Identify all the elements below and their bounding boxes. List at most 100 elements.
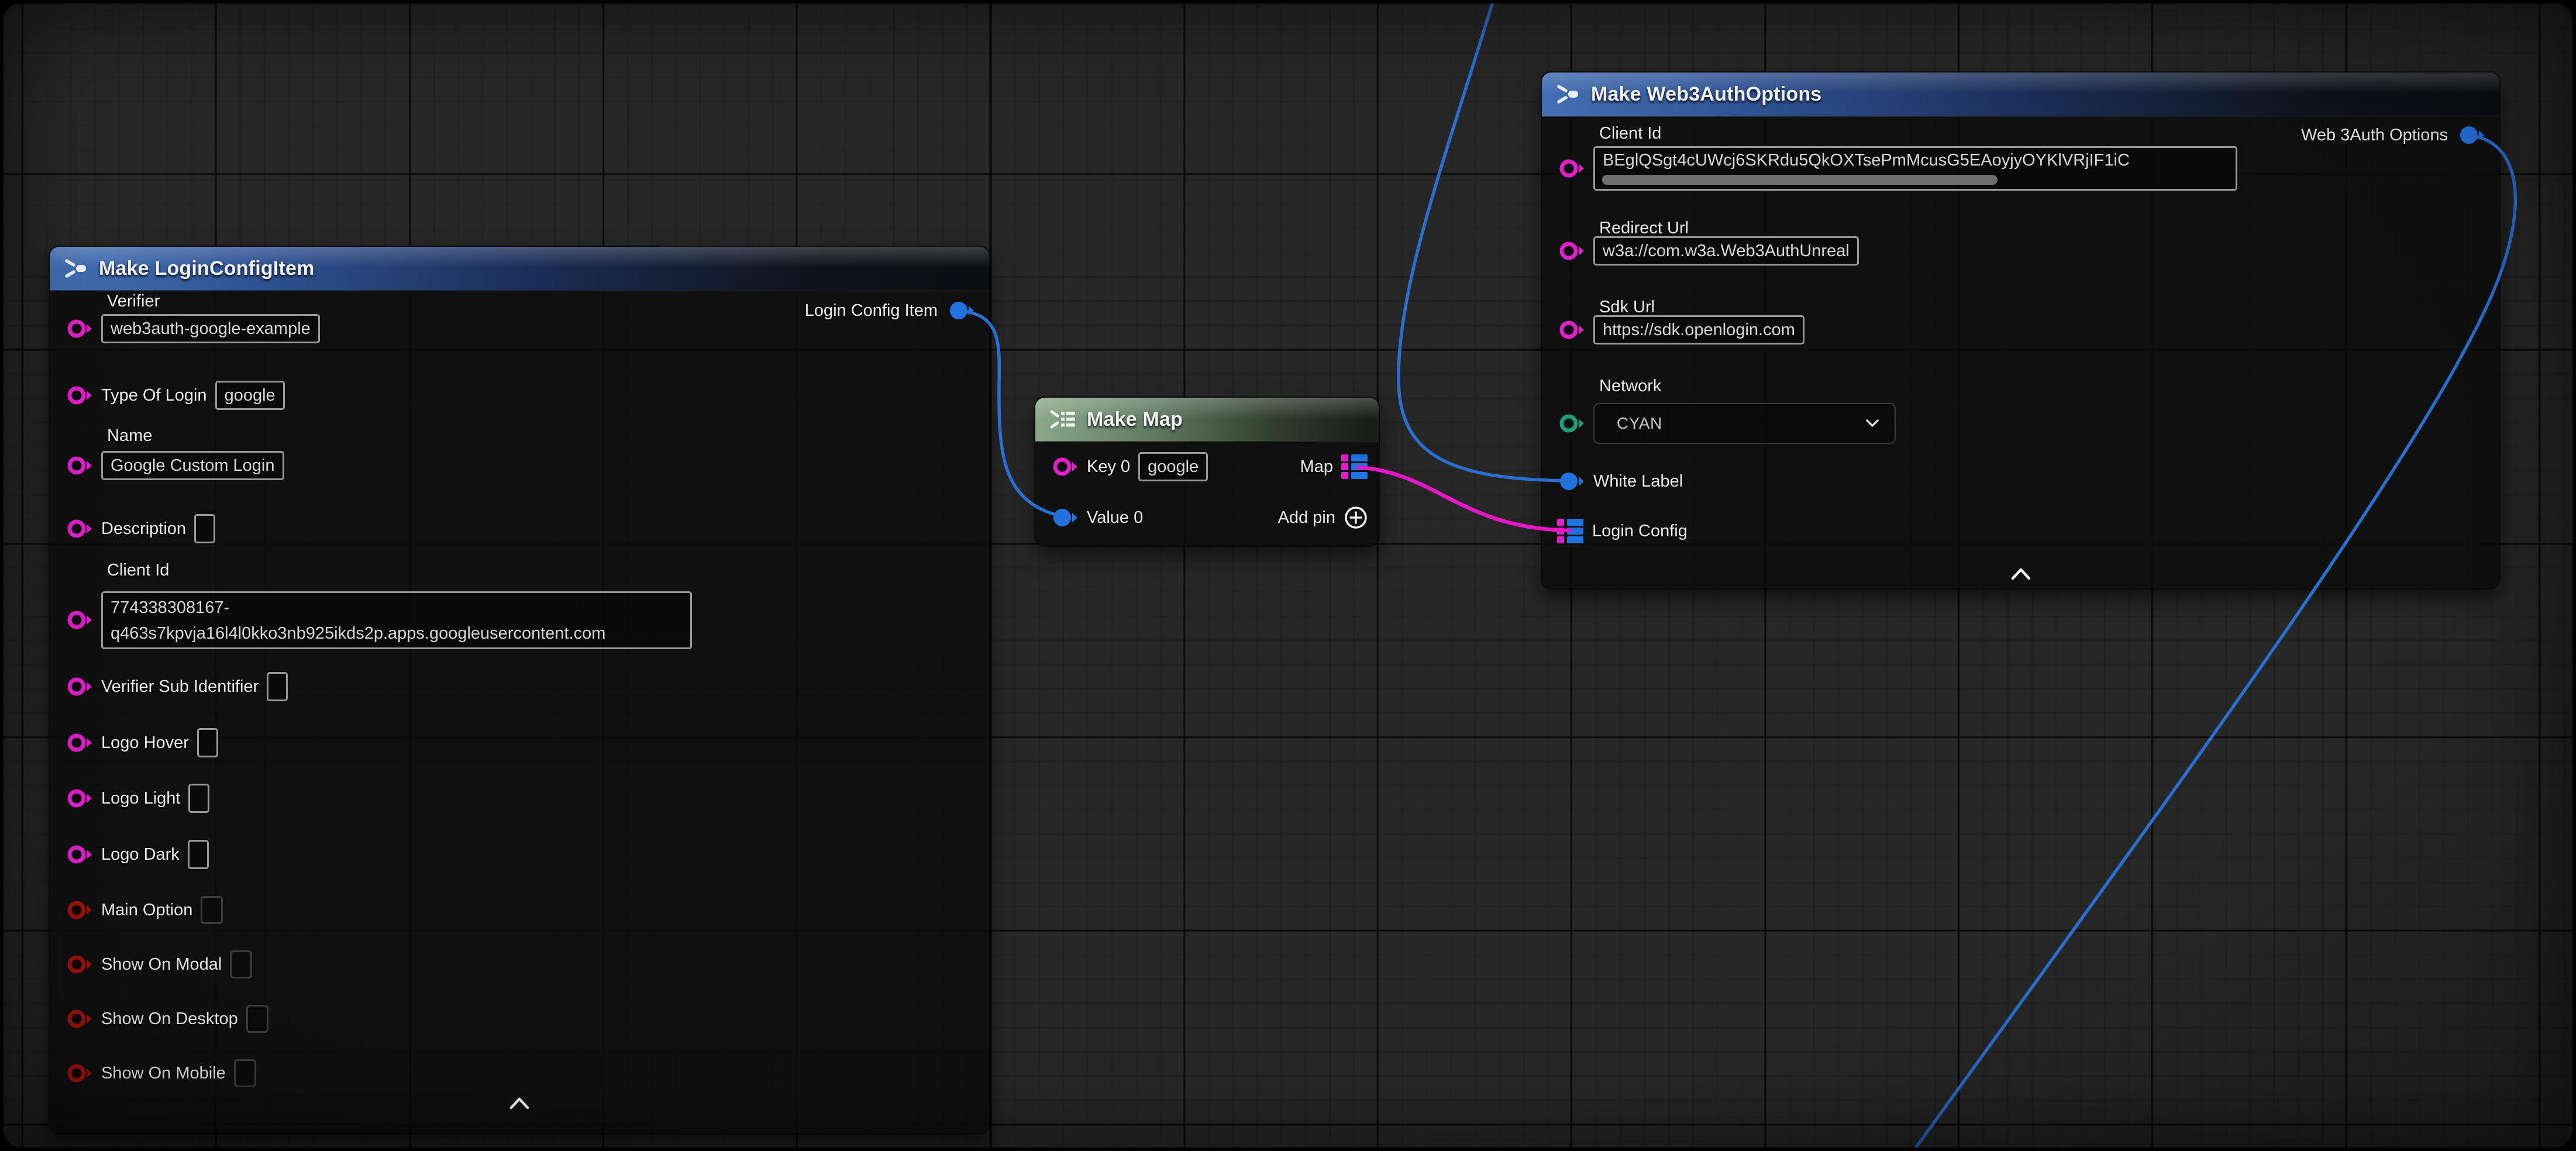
value0-label: Value 0 [1087, 508, 1143, 528]
wire-map-to-loginconfig[interactable] [1358, 467, 1570, 530]
logo-dark-label: Logo Dark [101, 845, 180, 864]
client-id-row: BEglQSgt4cUWcj6SKRdu5QkOXTsePmMcusG5EAoy… [1557, 146, 2237, 191]
struct-output-pin[interactable] [946, 298, 974, 323]
logo-hover-label: Logo Hover [101, 733, 189, 753]
client-id-value: BEglQSgt4cUWcj6SKRdu5QkOXTsePmMcusG5EAoy… [1603, 151, 2130, 170]
node-title: Make Map [1087, 408, 1183, 431]
redirect-url-field[interactable]: w3a://com.w3a.Web3AuthUnreal [1593, 236, 1859, 266]
make-map-icon [1048, 406, 1077, 432]
chevron-down-icon [1865, 419, 1879, 428]
key0-row: Key 0 google [1051, 450, 1208, 483]
sdk-url-field[interactable]: https://sdk.openlogin.com [1593, 315, 1804, 344]
description-row: Description [65, 512, 215, 545]
output-web3auth-options: Web 3Auth Options [2301, 120, 2484, 150]
node-title: Make Web3AuthOptions [1591, 83, 1821, 106]
main-option-checkbox[interactable] [201, 896, 223, 924]
show-on-mobile-row: Show On Mobile [65, 1057, 256, 1090]
string-pin[interactable] [65, 453, 93, 478]
main-option-label: Main Option [101, 901, 192, 920]
logo-dark-field[interactable] [188, 840, 209, 869]
node-header-make-web3authoptions[interactable]: Make Web3AuthOptions [1542, 73, 2499, 117]
verifier-field[interactable]: web3auth-google-example [101, 314, 320, 343]
logo-light-label: Logo Light [101, 789, 180, 808]
string-pin[interactable] [1051, 454, 1079, 480]
string-pin[interactable] [65, 674, 93, 699]
enum-pin[interactable] [1557, 411, 1585, 436]
type-of-login-row: Type Of Login google [65, 379, 285, 412]
node-header-make-map[interactable]: Make Map [1035, 398, 1379, 442]
logo-light-row: Logo Light [65, 782, 209, 815]
node-title: Make LoginConfigItem [99, 257, 315, 280]
main-option-row: Main Option [65, 894, 223, 926]
output-login-config-item: Login Config Item [805, 296, 974, 325]
string-pin[interactable] [1557, 238, 1585, 264]
description-field[interactable] [194, 514, 215, 543]
node-make-map[interactable]: Make Map Key 0 google Map Value 0 Add p [1035, 398, 1379, 546]
string-pin[interactable] [65, 785, 93, 811]
verifier-row: web3auth-google-example [65, 312, 320, 345]
node-header-make-loginconfigitem[interactable]: Make LoginConfigItem [50, 247, 989, 291]
string-pin[interactable] [1557, 317, 1585, 343]
add-pin-button[interactable]: Add pin [1278, 503, 1368, 532]
string-pin[interactable] [65, 842, 93, 867]
client-id-label: Client Id [1599, 123, 1661, 143]
white-label-label: White Label [1593, 472, 1683, 491]
key0-label: Key 0 [1087, 457, 1130, 477]
description-label: Description [101, 519, 186, 539]
white-label-row: White Label [1557, 465, 1683, 498]
network-value: CYAN [1617, 414, 1662, 433]
collapse-chevron-icon[interactable] [2009, 567, 2033, 581]
logo-light-field[interactable] [188, 784, 209, 813]
string-pin[interactable] [65, 516, 93, 542]
string-pin[interactable] [1557, 156, 1585, 181]
client-id-label: Client Id [107, 560, 169, 580]
show-on-mobile-checkbox[interactable] [234, 1059, 256, 1087]
bool-pin[interactable] [65, 897, 93, 923]
client-id-field[interactable]: BEglQSgt4cUWcj6SKRdu5QkOXTsePmMcusG5EAoy… [1593, 146, 2237, 191]
network-dropdown[interactable]: CYAN [1593, 403, 1896, 444]
blueprint-graph-canvas[interactable]: Make LoginConfigItem Login Config Item V… [4, 4, 2572, 1147]
add-pin-icon[interactable] [1344, 505, 1368, 530]
name-label: Name [107, 426, 152, 446]
node-make-loginconfigitem[interactable]: Make LoginConfigItem Login Config Item V… [50, 247, 989, 1133]
show-on-desktop-row: Show On Desktop [65, 1002, 268, 1035]
name-field[interactable]: Google Custom Login [101, 451, 284, 480]
string-pin[interactable] [65, 316, 93, 342]
sdk-url-row: https://sdk.openlogin.com [1557, 313, 1804, 346]
string-pin[interactable] [65, 607, 93, 633]
show-on-mobile-label: Show On Mobile [101, 1064, 226, 1083]
collapse-chevron-icon[interactable] [508, 1096, 531, 1110]
type-of-login-field[interactable]: google [215, 381, 285, 410]
node-make-web3authoptions[interactable]: Make Web3AuthOptions Web 3Auth Options C… [1542, 73, 2499, 588]
string-pin[interactable] [65, 382, 93, 408]
add-pin-label: Add pin [1278, 508, 1335, 528]
login-config-label: Login Config [1592, 522, 1688, 541]
network-label: Network [1599, 376, 1661, 396]
redirect-url-row: w3a://com.w3a.Web3AuthUnreal [1557, 235, 1859, 267]
logo-dark-row: Logo Dark [65, 838, 209, 871]
show-on-desktop-label: Show On Desktop [101, 1009, 238, 1029]
client-id-row: 774338308167-q463s7kpvja16l4l0kko3nb925i… [65, 592, 692, 648]
string-pin[interactable] [65, 730, 93, 756]
show-on-modal-row: Show On Modal [65, 948, 252, 981]
verifier-label: Verifier [107, 291, 160, 311]
logo-hover-row: Logo Hover [65, 726, 218, 759]
bool-pin[interactable] [65, 1060, 93, 1086]
make-struct-icon [63, 256, 89, 281]
key0-field[interactable]: google [1138, 452, 1208, 481]
show-on-modal-label: Show On Modal [101, 955, 222, 974]
bool-pin[interactable] [65, 952, 93, 977]
logo-hover-field[interactable] [197, 728, 218, 757]
output-label: Login Config Item [805, 301, 938, 321]
verifier-sub-identifier-field[interactable] [267, 672, 288, 701]
name-row: Google Custom Login [65, 449, 284, 482]
verifier-sub-identifier-label: Verifier Sub Identifier [101, 677, 259, 697]
output-label: Web 3Auth Options [2301, 126, 2448, 145]
show-on-desktop-checkbox[interactable] [246, 1005, 268, 1033]
show-on-modal-checkbox[interactable] [230, 950, 252, 978]
login-config-row: Login Config [1557, 515, 1688, 547]
client-id-scrollbar[interactable] [1602, 175, 1998, 185]
client-id-field[interactable]: 774338308167-q463s7kpvja16l4l0kko3nb925i… [101, 591, 692, 649]
network-row: CYAN [1557, 403, 1896, 444]
bool-pin[interactable] [65, 1006, 93, 1032]
